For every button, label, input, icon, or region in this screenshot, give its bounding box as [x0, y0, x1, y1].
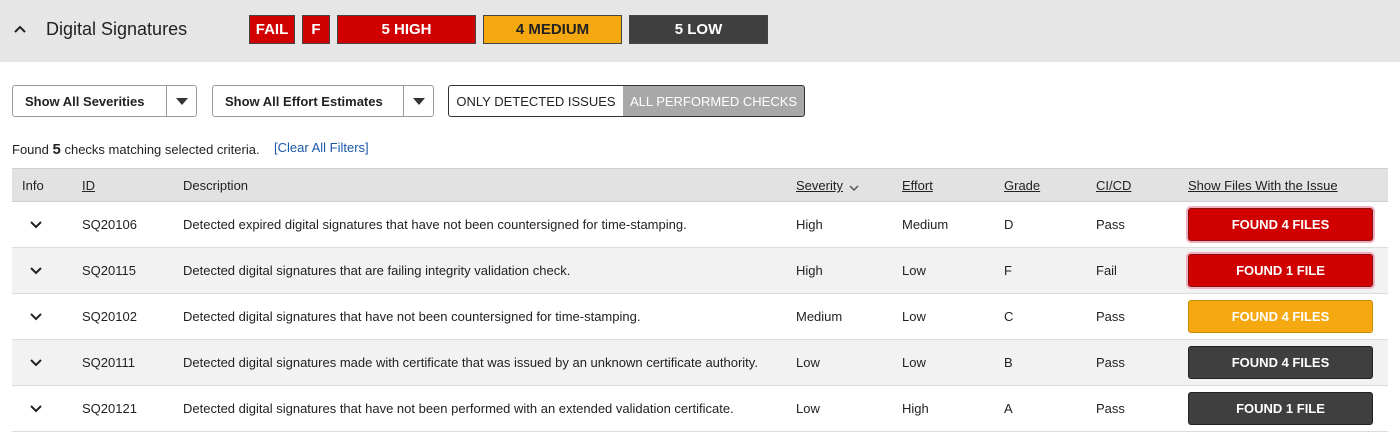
row-severity: High [796, 217, 823, 232]
chevron-down-icon[interactable] [28, 263, 44, 279]
found-files-button[interactable]: FOUND 4 FILES [1188, 346, 1373, 379]
found-files-button[interactable]: FOUND 4 FILES [1188, 300, 1373, 333]
col-show-files[interactable]: Show Files With the Issue [1188, 178, 1338, 193]
row-description: Detected digital signatures made with ce… [183, 355, 758, 370]
col-severity[interactable]: Severity [796, 178, 843, 193]
row-description: Detected expired digital signatures that… [183, 217, 687, 232]
status-badge: FAIL [249, 15, 295, 44]
row-id: SQ20111 [82, 355, 136, 370]
section-title: Digital Signatures [46, 19, 188, 39]
high-count-badge: 5 HIGH [337, 15, 476, 44]
chevron-down-icon[interactable] [28, 309, 44, 325]
row-cicd: Fail [1096, 263, 1117, 278]
table-row: SQ20115 Detected digital signatures that… [12, 248, 1388, 294]
effort-select[interactable]: Show All Effort Estimates [212, 85, 434, 117]
row-description: Detected digital signatures that have no… [183, 309, 641, 324]
chevron-down-icon[interactable] [28, 355, 44, 371]
chevron-up-icon[interactable] [12, 21, 28, 37]
table-row: SQ20102 Detected digital signatures that… [12, 294, 1388, 340]
row-grade: C [1004, 309, 1014, 324]
severity-select-label: Show All Severities [25, 93, 145, 109]
col-info: Info [22, 178, 44, 193]
row-severity: High [796, 263, 823, 278]
caret-down-icon[interactable] [403, 86, 433, 116]
col-effort[interactable]: Effort [902, 178, 933, 193]
row-grade: D [1004, 217, 1014, 232]
table-row: SQ20106 Detected expired digital signatu… [12, 202, 1388, 248]
row-description: Detected digital signatures that have no… [183, 401, 734, 416]
chevron-down-icon[interactable] [849, 179, 859, 197]
section-header: Digital Signatures FAIL F 5 HIGH 4 MEDIU… [0, 0, 1400, 62]
row-grade: B [1004, 355, 1013, 370]
col-grade[interactable]: Grade [1004, 178, 1040, 193]
all-performed-checks-toggle[interactable]: ALL PERFORMED CHECKS [623, 85, 805, 117]
found-files-button[interactable]: FOUND 1 FILE [1188, 254, 1373, 287]
found-files-button[interactable]: FOUND 1 FILE [1188, 392, 1373, 425]
chevron-down-icon[interactable] [28, 401, 44, 417]
row-id: SQ20121 [82, 401, 137, 416]
row-grade: A [1004, 401, 1013, 416]
medium-count-badge: 4 MEDIUM [483, 15, 622, 44]
low-count-badge: 5 LOW [629, 15, 768, 44]
row-description: Detected digital signatures that are fai… [183, 263, 571, 278]
results-count: 5 [52, 141, 61, 158]
row-effort: Low [902, 355, 926, 370]
table-row: SQ20111 Detected digital signatures made… [12, 340, 1388, 386]
row-id: SQ20106 [82, 217, 137, 232]
row-severity: Medium [796, 309, 843, 324]
row-severity: Low [796, 401, 820, 416]
row-cicd: Pass [1096, 355, 1125, 370]
row-severity: Low [796, 355, 820, 370]
row-id: SQ20115 [82, 263, 136, 278]
row-effort: Medium [902, 217, 949, 232]
results-summary: Found 5 checks matching selected criteri… [12, 141, 260, 158]
chevron-down-icon[interactable] [28, 217, 44, 233]
table-row: SQ20121 Detected digital signatures that… [12, 386, 1388, 432]
col-id[interactable]: ID [82, 178, 95, 193]
table-header: Info ID Description Severity Effort Grad… [12, 168, 1388, 202]
clear-all-filters-link[interactable]: [Clear All Filters] [274, 140, 369, 155]
caret-down-icon[interactable] [166, 86, 196, 116]
row-cicd: Pass [1096, 217, 1125, 232]
col-description: Description [183, 178, 249, 193]
results-suffix: checks matching selected criteria. [64, 142, 260, 157]
results-prefix: Found [12, 142, 49, 157]
only-detected-issues-toggle[interactable]: ONLY DETECTED ISSUES [448, 85, 624, 117]
row-effort: Low [902, 309, 926, 324]
found-files-button[interactable]: FOUND 4 FILES [1188, 208, 1373, 241]
grade-badge: F [302, 15, 330, 44]
col-cicd[interactable]: CI/CD [1096, 178, 1131, 193]
row-id: SQ20102 [82, 309, 137, 324]
severity-select[interactable]: Show All Severities [12, 85, 197, 117]
row-effort: Low [902, 263, 926, 278]
row-effort: High [902, 401, 929, 416]
row-grade: F [1004, 263, 1012, 278]
row-cicd: Pass [1096, 401, 1125, 416]
effort-select-label: Show All Effort Estimates [225, 93, 383, 109]
row-cicd: Pass [1096, 309, 1125, 324]
